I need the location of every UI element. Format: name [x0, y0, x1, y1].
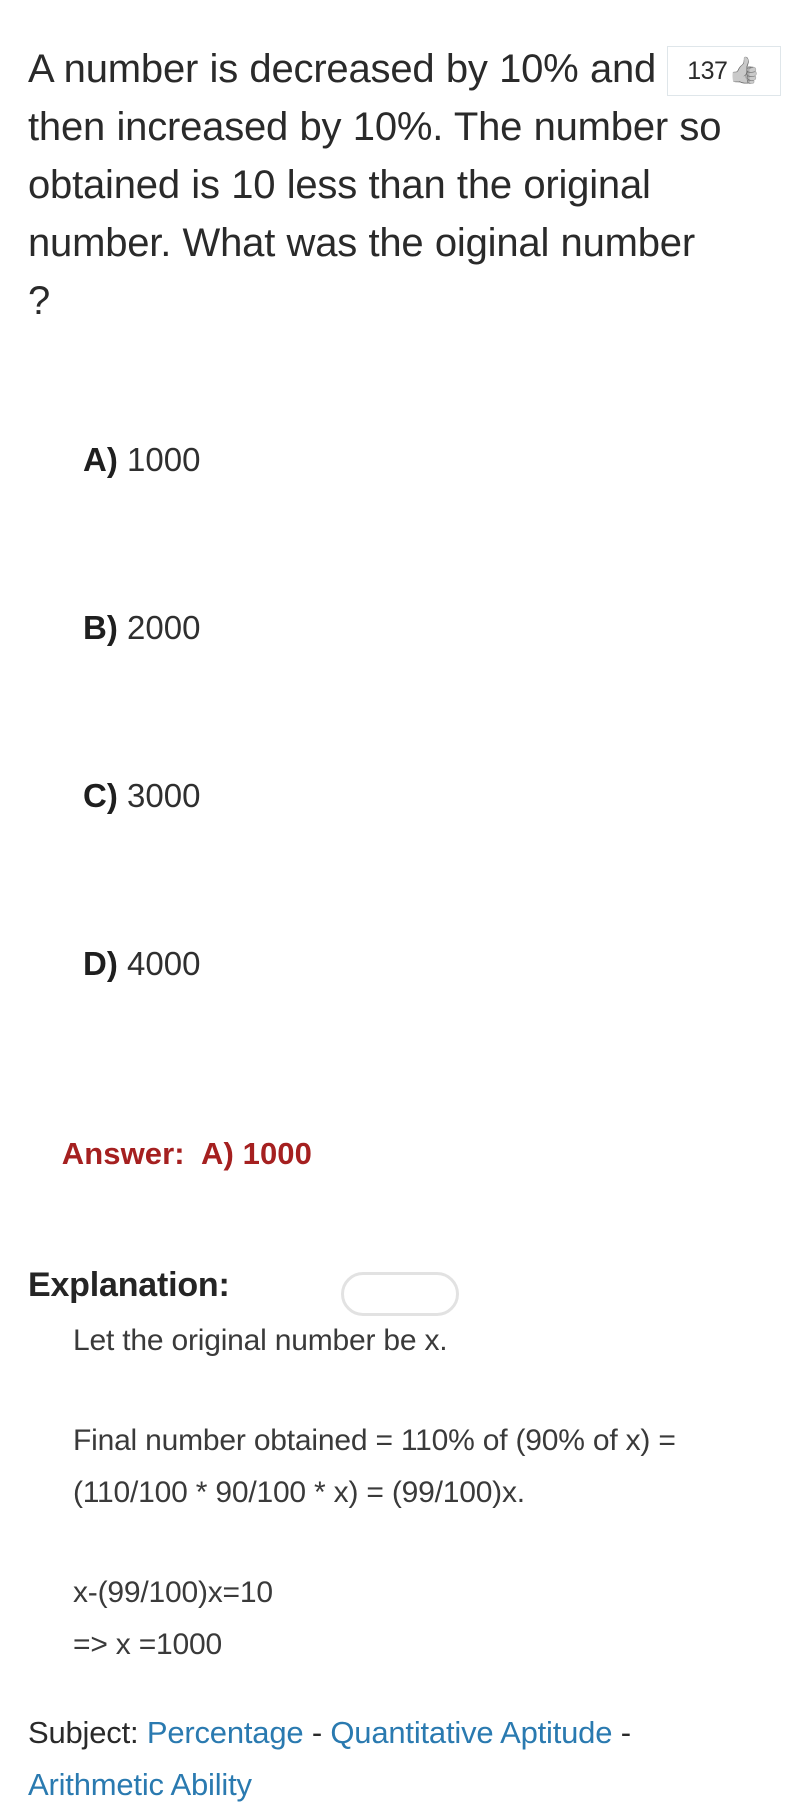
options-list: A) 1000 B) 2000 C) 3000 D) 4000: [28, 376, 772, 1048]
explanation-paragraph-4: => x =1000: [73, 1628, 222, 1661]
answer-label: Answer:: [61, 1136, 185, 1171]
subject-separator-1: -: [311, 1715, 322, 1750]
option-c-key: C): [83, 777, 118, 814]
option-a[interactable]: A) 1000: [28, 376, 772, 544]
explanation-paragraph-2: Final number obtained = 110% of (90% of …: [73, 1424, 676, 1509]
subject-separator-2: -: [620, 1715, 631, 1750]
option-d[interactable]: D) 4000: [28, 880, 772, 1048]
subject-label: Subject:: [28, 1715, 139, 1750]
option-d-key: D): [83, 945, 118, 982]
option-b-value: 2000: [127, 609, 201, 646]
thumbs-up-icon[interactable]: 👍: [728, 57, 760, 83]
explanation-paragraph-3: x-(99/100)x=10: [73, 1576, 273, 1609]
explanation-body: Let the original number be x. Final numb…: [73, 1315, 733, 1671]
bottom-partial-button[interactable]: [341, 1272, 459, 1316]
question-text: A number is decreased by 10% and then in…: [28, 47, 722, 323]
explanation-paragraph-1: Let the original number be x.: [73, 1324, 448, 1357]
vote-badge[interactable]: 137 👍: [667, 46, 781, 96]
answer-value: A) 1000: [201, 1136, 312, 1171]
option-d-value: 4000: [127, 945, 201, 982]
subject-line: Subject: Percentage - Quantitative Aptit…: [28, 1707, 748, 1811]
answer-line: Answer: A) 1000: [28, 1100, 772, 1208]
option-c-value: 3000: [127, 777, 201, 814]
option-b-key: B): [83, 609, 118, 646]
question-page: 137 👍 A number is decreased by 10% and t…: [0, 0, 800, 1802]
option-a-key: A): [83, 441, 118, 478]
option-b[interactable]: B) 2000: [28, 544, 772, 712]
option-a-value: 1000: [127, 441, 201, 478]
subject-link-arithmetic-ability[interactable]: Arithmetic Ability: [28, 1767, 252, 1802]
subject-link-percentage[interactable]: Percentage: [147, 1715, 304, 1750]
option-c[interactable]: C) 3000: [28, 712, 772, 880]
vote-count: 137: [687, 56, 728, 85]
subject-link-quantitative-aptitude[interactable]: Quantitative Aptitude: [330, 1715, 612, 1750]
